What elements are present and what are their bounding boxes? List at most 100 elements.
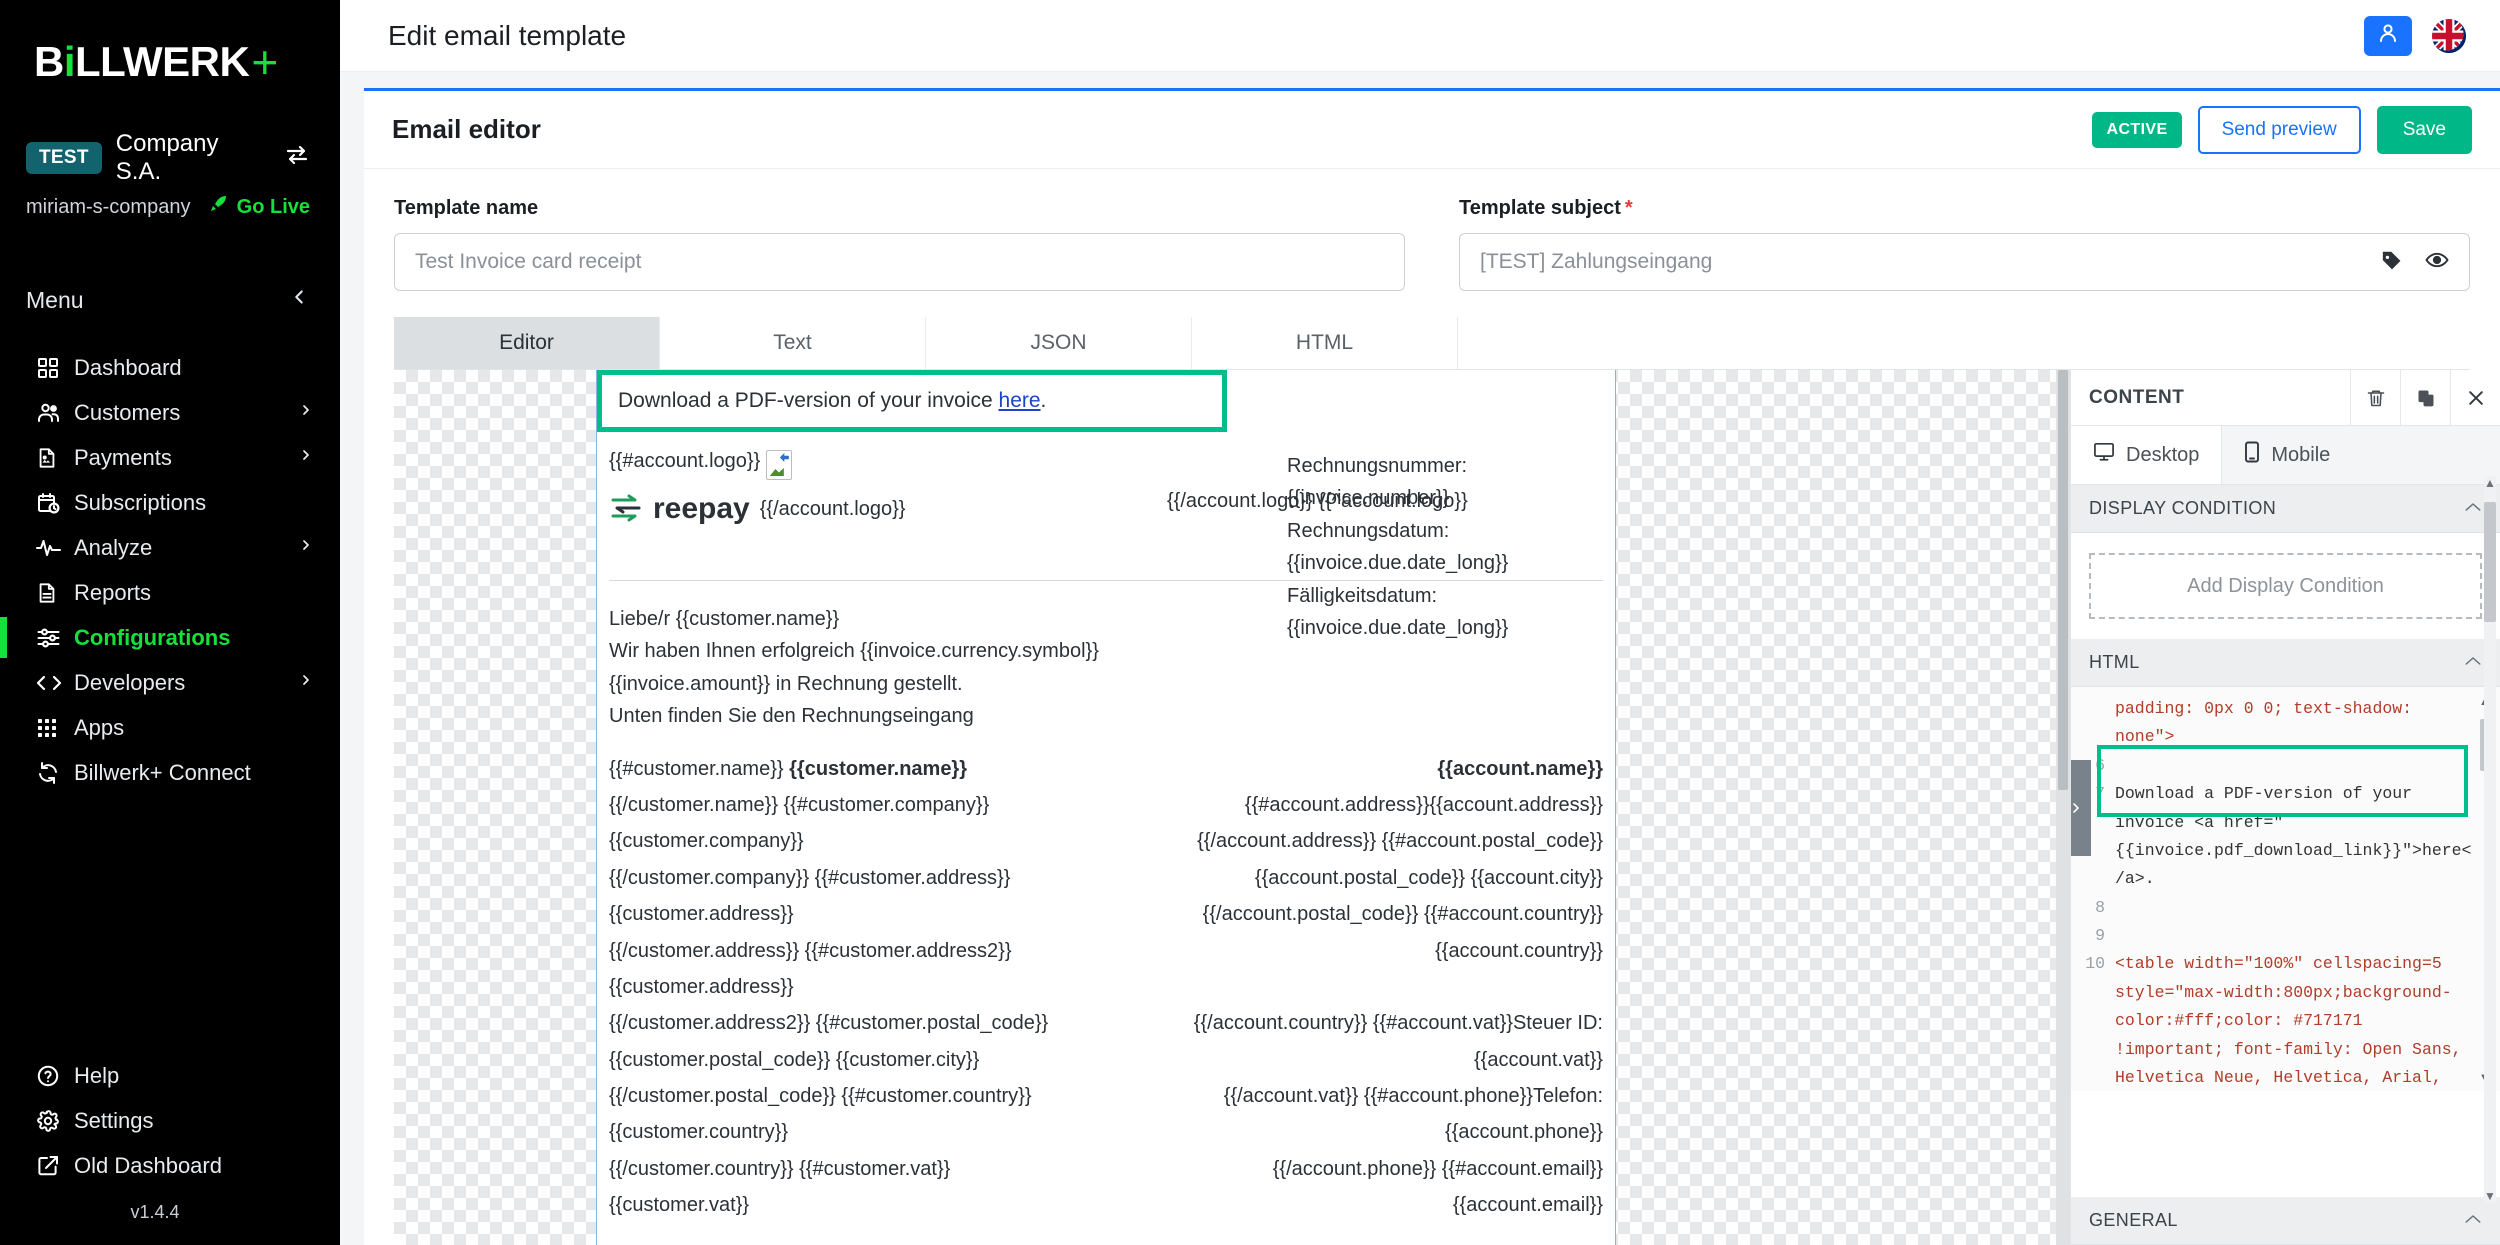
swap-account-icon[interactable]: [284, 144, 310, 173]
sidebar-item-label: Developers: [74, 669, 186, 695]
invoice-meta-line: {{invoice.number}}: [1287, 487, 1450, 510]
address-row: {{/customer.address2}} {{#customer.posta…: [609, 1005, 1603, 1041]
panel-scrollbar[interactable]: ▲ ▼: [2484, 476, 2496, 1203]
sidebar-item-analyze[interactable]: Analyze: [0, 525, 340, 570]
device-tabs: Desktop Mobile: [2071, 426, 2500, 485]
tab-text[interactable]: Text: [660, 317, 926, 369]
template-subject-input-wrap[interactable]: [1459, 233, 2470, 291]
email-body: {{#account.logo}} reepay {{/account.logo…: [597, 370, 1615, 1224]
sidebar-item-label: Customers: [74, 399, 181, 425]
brand-logo[interactable]: BiLLWERK +: [0, 0, 340, 86]
selected-content-block[interactable]: Download a PDF-version of your invoice h…: [597, 370, 1227, 432]
save-button[interactable]: Save: [2376, 105, 2472, 154]
sidebar-item-reports[interactable]: Reports: [0, 570, 340, 615]
collapse-menu-icon[interactable]: [288, 286, 310, 315]
email-preview-canvas[interactable]: Download a PDF-version of your invoice h…: [394, 370, 2070, 1245]
chevron-up-icon[interactable]: [2464, 1212, 2482, 1230]
section-display-condition[interactable]: DISPLAY CONDITION: [2071, 485, 2500, 533]
address-row: {{customer.address}}: [609, 969, 1603, 1005]
code-lines[interactable]: padding: 0px 0 0; text-shadow: none"> 6 …: [2071, 687, 2500, 1091]
sidebar-item-settings[interactable]: Settings: [0, 1098, 340, 1143]
template-subject-label: Template subject *: [1459, 197, 2470, 220]
close-panel-button[interactable]: [2450, 370, 2500, 426]
sidebar-item-label: Subscriptions: [74, 489, 207, 515]
sidebar-item-dashboard[interactable]: Dashboard: [0, 345, 340, 390]
invoice-meta-line: {{invoice.due.date_long}}: [1287, 552, 1509, 575]
template-name-input[interactable]: [415, 250, 1384, 274]
chevron-up-icon[interactable]: [2464, 654, 2482, 672]
sliders-icon: [36, 626, 74, 650]
template-name-field: Template name: [394, 197, 1405, 291]
brand-plus-icon: +: [251, 36, 279, 88]
chevron-right-icon: [298, 402, 314, 423]
device-tab-label: Desktop: [2126, 443, 2200, 466]
section-general[interactable]: GENERAL: [2071, 1197, 2500, 1245]
address-left-text: {{customer.address}}: [609, 903, 794, 926]
code-line: 8: [2071, 894, 2500, 922]
template-name-input-wrap[interactable]: [394, 233, 1405, 291]
code-line: 9: [2071, 922, 2500, 950]
reepay-mark-icon: [609, 494, 643, 524]
question-circle-icon: [36, 1064, 74, 1088]
sidebar-item-apps[interactable]: Apps: [0, 705, 340, 750]
line-text: [2115, 752, 2500, 780]
code-line: 6: [2071, 752, 2500, 780]
tab-desktop[interactable]: Desktop: [2071, 426, 2223, 484]
brand-name: BiLLWERK: [34, 38, 250, 85]
device-tab-label: Mobile: [2271, 443, 2331, 466]
users-icon: [36, 401, 74, 425]
account-switcher[interactable]: TEST Company S.A.: [0, 130, 340, 186]
address-right-text: {{account.country}}: [1435, 939, 1603, 962]
sidebar-item-billwerk-connect[interactable]: Billwerk+ Connect: [0, 750, 340, 795]
template-subject-input[interactable]: [1480, 250, 2381, 274]
chevron-right-icon: [298, 672, 314, 693]
tab-json[interactable]: JSON: [926, 317, 1192, 369]
company-name: Company S.A.: [115, 130, 219, 185]
form-fields: Template name Template subject*: [364, 169, 2500, 301]
canvas-scrollbar-thumb[interactable]: [2058, 370, 2068, 790]
chevron-up-icon[interactable]: [2464, 500, 2482, 518]
sidebar-item-old-dashboard[interactable]: Old Dashboard: [0, 1143, 340, 1188]
send-preview-button[interactable]: Send preview: [2197, 105, 2361, 154]
sidebar-item-customers[interactable]: Customers: [0, 390, 340, 435]
add-display-condition-button[interactable]: Add Display Condition: [2089, 553, 2482, 619]
panel-scroll-up-icon[interactable]: ▲: [2484, 476, 2496, 490]
html-code-editor[interactable]: padding: 0px 0 0; text-shadow: none"> 6 …: [2071, 687, 2500, 1091]
panel-scroll-down-icon[interactable]: ▼: [2484, 1189, 2496, 1203]
address-left-text: {{customer.address}}: [609, 975, 794, 998]
brand-rest: LLWERK: [75, 38, 250, 85]
address-right-text: {{/account.country}} {{#account.vat}}Ste…: [1193, 1012, 1603, 1035]
eye-icon[interactable]: [2425, 250, 2449, 275]
panel-scrollbar-thumb[interactable]: [2484, 502, 2496, 622]
user-account-button[interactable]: [2364, 15, 2412, 56]
tab-mobile[interactable]: Mobile: [2222, 426, 2352, 484]
gear-icon: [36, 1109, 74, 1133]
uk-flag-icon[interactable]: [2432, 18, 2466, 53]
selected-block-text: Download a PDF-version of your invoice h…: [618, 389, 1046, 413]
sidebar-item-help[interactable]: Help: [0, 1053, 340, 1098]
subject-field-icons: [2381, 249, 2449, 276]
duplicate-block-button[interactable]: [2400, 370, 2450, 426]
editor-tabs: Editor Text JSON HTML: [394, 317, 2470, 370]
pdf-download-link[interactable]: here: [999, 389, 1041, 412]
sidebar-item-developers[interactable]: Developers: [0, 660, 340, 705]
sidebar-item-payments[interactable]: Payments: [0, 435, 340, 480]
main-navigation: Dashboard Customers Payments Subscriptio…: [0, 345, 340, 795]
tag-icon[interactable]: [2381, 249, 2403, 276]
app-root: BiLLWERK + TEST Company S.A. miriam-s-co…: [0, 0, 2500, 1245]
app-version: v1.4.4: [130, 1202, 180, 1222]
canvas-scrollbar[interactable]: [2056, 370, 2070, 1245]
go-live-button[interactable]: Go Live: [209, 194, 310, 220]
delete-block-button[interactable]: [2350, 370, 2400, 426]
invoice-meta-line: Fälligkeitsdatum:: [1287, 584, 1438, 607]
sync-icon: [36, 761, 74, 785]
tab-editor[interactable]: Editor: [394, 317, 660, 369]
invoice-meta-block: Rechnungsnummer: {{invoice.number}} Rech…: [1287, 450, 1508, 644]
section-html[interactable]: HTML: [2071, 639, 2500, 687]
sidebar-item-subscriptions[interactable]: Subscriptions: [0, 480, 340, 525]
address-left-text: {{/customer.country}} {{#customer.vat}} …: [609, 1157, 951, 1217]
section-title: HTML: [2089, 652, 2140, 672]
sidebar-item-configurations[interactable]: Configurations: [0, 615, 340, 660]
tab-html[interactable]: HTML: [1192, 317, 1458, 369]
collapse-panel-handle[interactable]: [2071, 759, 2091, 856]
